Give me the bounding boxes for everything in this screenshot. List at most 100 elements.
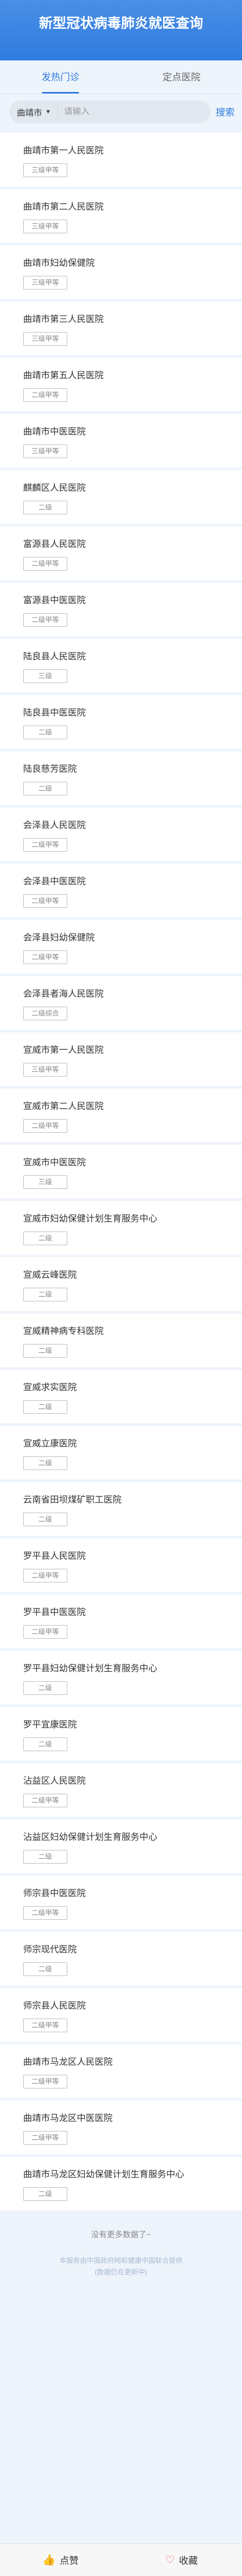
- hospital-card[interactable]: 罗平宜康医院 二级: [0, 1707, 242, 1763]
- hospital-name: 宣威云峰医院: [23, 1270, 77, 1280]
- hospital-level-badge: 二级: [23, 782, 67, 795]
- hospital-card[interactable]: 曲靖市第三人民医院 三级甲等: [0, 302, 242, 358]
- hospital-name: 会泽县中医医院: [23, 876, 86, 886]
- page-title: 新型冠状病毒肺炎就医查询: [38, 15, 203, 31]
- hospital-card[interactable]: 宣威市第一人民医院 三级甲等: [0, 1032, 242, 1089]
- hospital-level-badge: 二级甲等: [23, 1569, 67, 1582]
- search-bar: 曲靖市 ▼ 搜索: [0, 94, 242, 130]
- search-box: 曲靖市 ▼: [9, 100, 210, 123]
- hospital-card[interactable]: 富源县中医医院 二级甲等: [0, 583, 242, 639]
- hospital-card[interactable]: 曲靖市第二人民医院 三级甲等: [0, 189, 242, 245]
- hospital-card[interactable]: 宣威市妇幼保健计划生育服务中心 二级: [0, 1201, 242, 1257]
- favorite-label: 收藏: [178, 2555, 198, 2566]
- hospital-card[interactable]: 富源县人民医院 二级甲等: [0, 526, 242, 583]
- hospital-name: 罗平县中医医院: [23, 1607, 86, 1617]
- hospital-name: 云南省田坝煤矿职工医院: [23, 1495, 122, 1505]
- hospital-name: 宣威精神病专科医院: [23, 1326, 104, 1336]
- hospital-card[interactable]: 曲靖市妇幼保健院 三级甲等: [0, 245, 242, 302]
- hospital-card[interactable]: 宣威云峰医院 二级: [0, 1257, 242, 1313]
- hospital-card[interactable]: 曲靖市第一人民医院 三级甲等: [0, 133, 242, 189]
- hospital-card[interactable]: 宣威市中医医院 三级: [0, 1145, 242, 1201]
- hospital-name: 曲靖市马龙区中医医院: [23, 2113, 113, 2123]
- hospital-level-badge: 二级: [23, 1400, 67, 1414]
- hospital-level-badge: 二级: [23, 1962, 67, 1976]
- hospital-card[interactable]: 师宗现代医院 二级: [0, 1932, 242, 1988]
- tab-fever-clinic[interactable]: 发热门诊: [0, 60, 121, 94]
- bottom-action-bar: 👍 点赞 ♡ 收藏: [0, 2543, 242, 2576]
- hospital-name: 罗平宜康医院: [23, 1720, 77, 1730]
- hospital-name: 麒麟区人民医院: [23, 483, 86, 493]
- hospital-name: 陆良县中医医院: [23, 708, 86, 718]
- hospital-name: 宣威立康医院: [23, 1439, 77, 1449]
- hospital-name: 师宗现代医院: [23, 1944, 77, 1954]
- hospital-card[interactable]: 会泽县者海人民医院 二级综合: [0, 976, 242, 1032]
- hospital-card[interactable]: 会泽县人民医院二级甲等: [0, 808, 242, 864]
- hospital-name: 宣威市中医医院: [23, 1157, 86, 1167]
- caret-down-icon: ▼: [45, 109, 51, 115]
- hospital-level-badge: 二级甲等: [23, 1794, 67, 1807]
- hospital-name: 曲靖市第三人民医院: [23, 314, 104, 324]
- hospital-level-badge: 二级: [23, 2187, 67, 2201]
- search-input[interactable]: [64, 107, 203, 117]
- hospital-card[interactable]: 会泽县妇幼保健院二级甲等: [0, 920, 242, 976]
- hospital-card[interactable]: 罗平县人民医院 二级甲等: [0, 1538, 242, 1595]
- hospital-card[interactable]: 沾益区人民医院 二级甲等: [0, 1763, 242, 1819]
- hospital-card[interactable]: 宣威精神病专科医院 二级: [0, 1313, 242, 1370]
- hospital-card[interactable]: 宣威市第二人民医院 二级甲等: [0, 1089, 242, 1145]
- hospital-card[interactable]: 曲靖市中医医院 三级甲等: [0, 414, 242, 470]
- hospital-level-badge: 三级甲等: [23, 1063, 67, 1077]
- hospital-name: 沾益区妇幼保健计划生育服务中心: [23, 1832, 157, 1842]
- hospital-name: 曲靖市妇幼保健院: [23, 258, 95, 268]
- hospital-name: 罗平县人民医院: [23, 1551, 86, 1561]
- favorite-button[interactable]: ♡ 收藏: [121, 2544, 242, 2576]
- search-button[interactable]: 搜索: [216, 105, 237, 119]
- hospital-name: 曲靖市第五人民医院: [23, 370, 104, 380]
- hospital-card[interactable]: 陆良县中医医院 二级: [0, 695, 242, 751]
- hospital-name: 宣威求实医院: [23, 1382, 77, 1392]
- hospital-card[interactable]: 师宗县人民医院 二级甲等: [0, 1988, 242, 2044]
- hospital-name: 沾益区人民医院: [23, 1776, 86, 1786]
- hospital-card[interactable]: 曲靖市第五人民医院二级甲等: [0, 358, 242, 414]
- hospital-card[interactable]: 宣威立康医院 二级: [0, 1426, 242, 1482]
- hospital-name: 会泽县妇幼保健院: [23, 933, 95, 943]
- hospital-level-badge: 二级甲等: [23, 388, 67, 402]
- hospital-level-badge: 二级甲等: [23, 950, 67, 964]
- hospital-level-badge: 二级甲等: [23, 838, 67, 852]
- hospital-level-badge: 二级: [23, 1850, 67, 1864]
- tab-designated-hospital[interactable]: 定点医院: [121, 60, 242, 94]
- hospital-card[interactable]: 师宗县中医医院 二级甲等: [0, 1876, 242, 1932]
- hospital-level-badge: 二级甲等: [23, 2019, 67, 2032]
- hospital-level-badge: 三级: [23, 669, 67, 683]
- hospital-card[interactable]: 陆良慈芳医院 二级: [0, 751, 242, 808]
- hospital-card[interactable]: 曲靖市马龙区妇幼保健计划生育服务中心 二级: [0, 2157, 242, 2213]
- hospital-card[interactable]: 陆良县人民医院 三级: [0, 639, 242, 695]
- hospital-name: 曲靖市马龙区人民医院: [23, 2057, 113, 2067]
- city-label: 曲靖市: [17, 109, 43, 118]
- hospital-level-badge: 二级综合: [23, 1007, 67, 1020]
- hospital-level-badge: 三级甲等: [23, 163, 67, 177]
- hospital-name: 陆良慈芳医院: [23, 764, 77, 774]
- hospital-card[interactable]: 曲靖市马龙区人民医院 二级甲等: [0, 2044, 242, 2101]
- city-selector[interactable]: 曲靖市 ▼: [17, 106, 58, 118]
- hospital-level-badge: 二级: [23, 1288, 67, 1301]
- hospital-level-badge: 二级甲等: [23, 1625, 67, 1639]
- disclaimer-line-1: 本服务由中国政府网和健康中国联合提供: [59, 2257, 183, 2264]
- hospital-name: 会泽县人民医院: [23, 820, 86, 830]
- hospital-card[interactable]: 沾益区妇幼保健计划生育服务中心二级: [0, 1819, 242, 1876]
- like-button[interactable]: 👍 点赞: [0, 2544, 121, 2576]
- hospital-level-badge: 二级: [23, 1232, 67, 1245]
- disclaimer: 本服务由中国政府网和健康中国联合提供 (数据仍在更新中): [0, 2255, 242, 2278]
- like-label: 点赞: [59, 2555, 79, 2566]
- hospital-level-badge: 二级: [23, 1456, 67, 1470]
- hospital-card[interactable]: 云南省田坝煤矿职工医院 二级: [0, 1482, 242, 1538]
- heart-icon: ♡: [165, 2554, 175, 2566]
- hospital-level-badge: 二级: [23, 501, 67, 514]
- hospital-card[interactable]: 罗平县中医医院二级甲等: [0, 1595, 242, 1651]
- hospital-card[interactable]: 曲靖市马龙区中医医院 二级甲等: [0, 2101, 242, 2157]
- hospital-level-badge: 二级甲等: [23, 1906, 67, 1920]
- hospital-card[interactable]: 宣威求实医院 二级: [0, 1370, 242, 1426]
- hospital-card[interactable]: 罗平县妇幼保健计划生育服务中心 二级: [0, 1651, 242, 1707]
- disclaimer-line-2: (数据仍在更新中): [95, 2268, 147, 2276]
- hospital-card[interactable]: 麒麟区人民医院 二级: [0, 470, 242, 526]
- hospital-card[interactable]: 会泽县中医医院 二级甲等: [0, 864, 242, 920]
